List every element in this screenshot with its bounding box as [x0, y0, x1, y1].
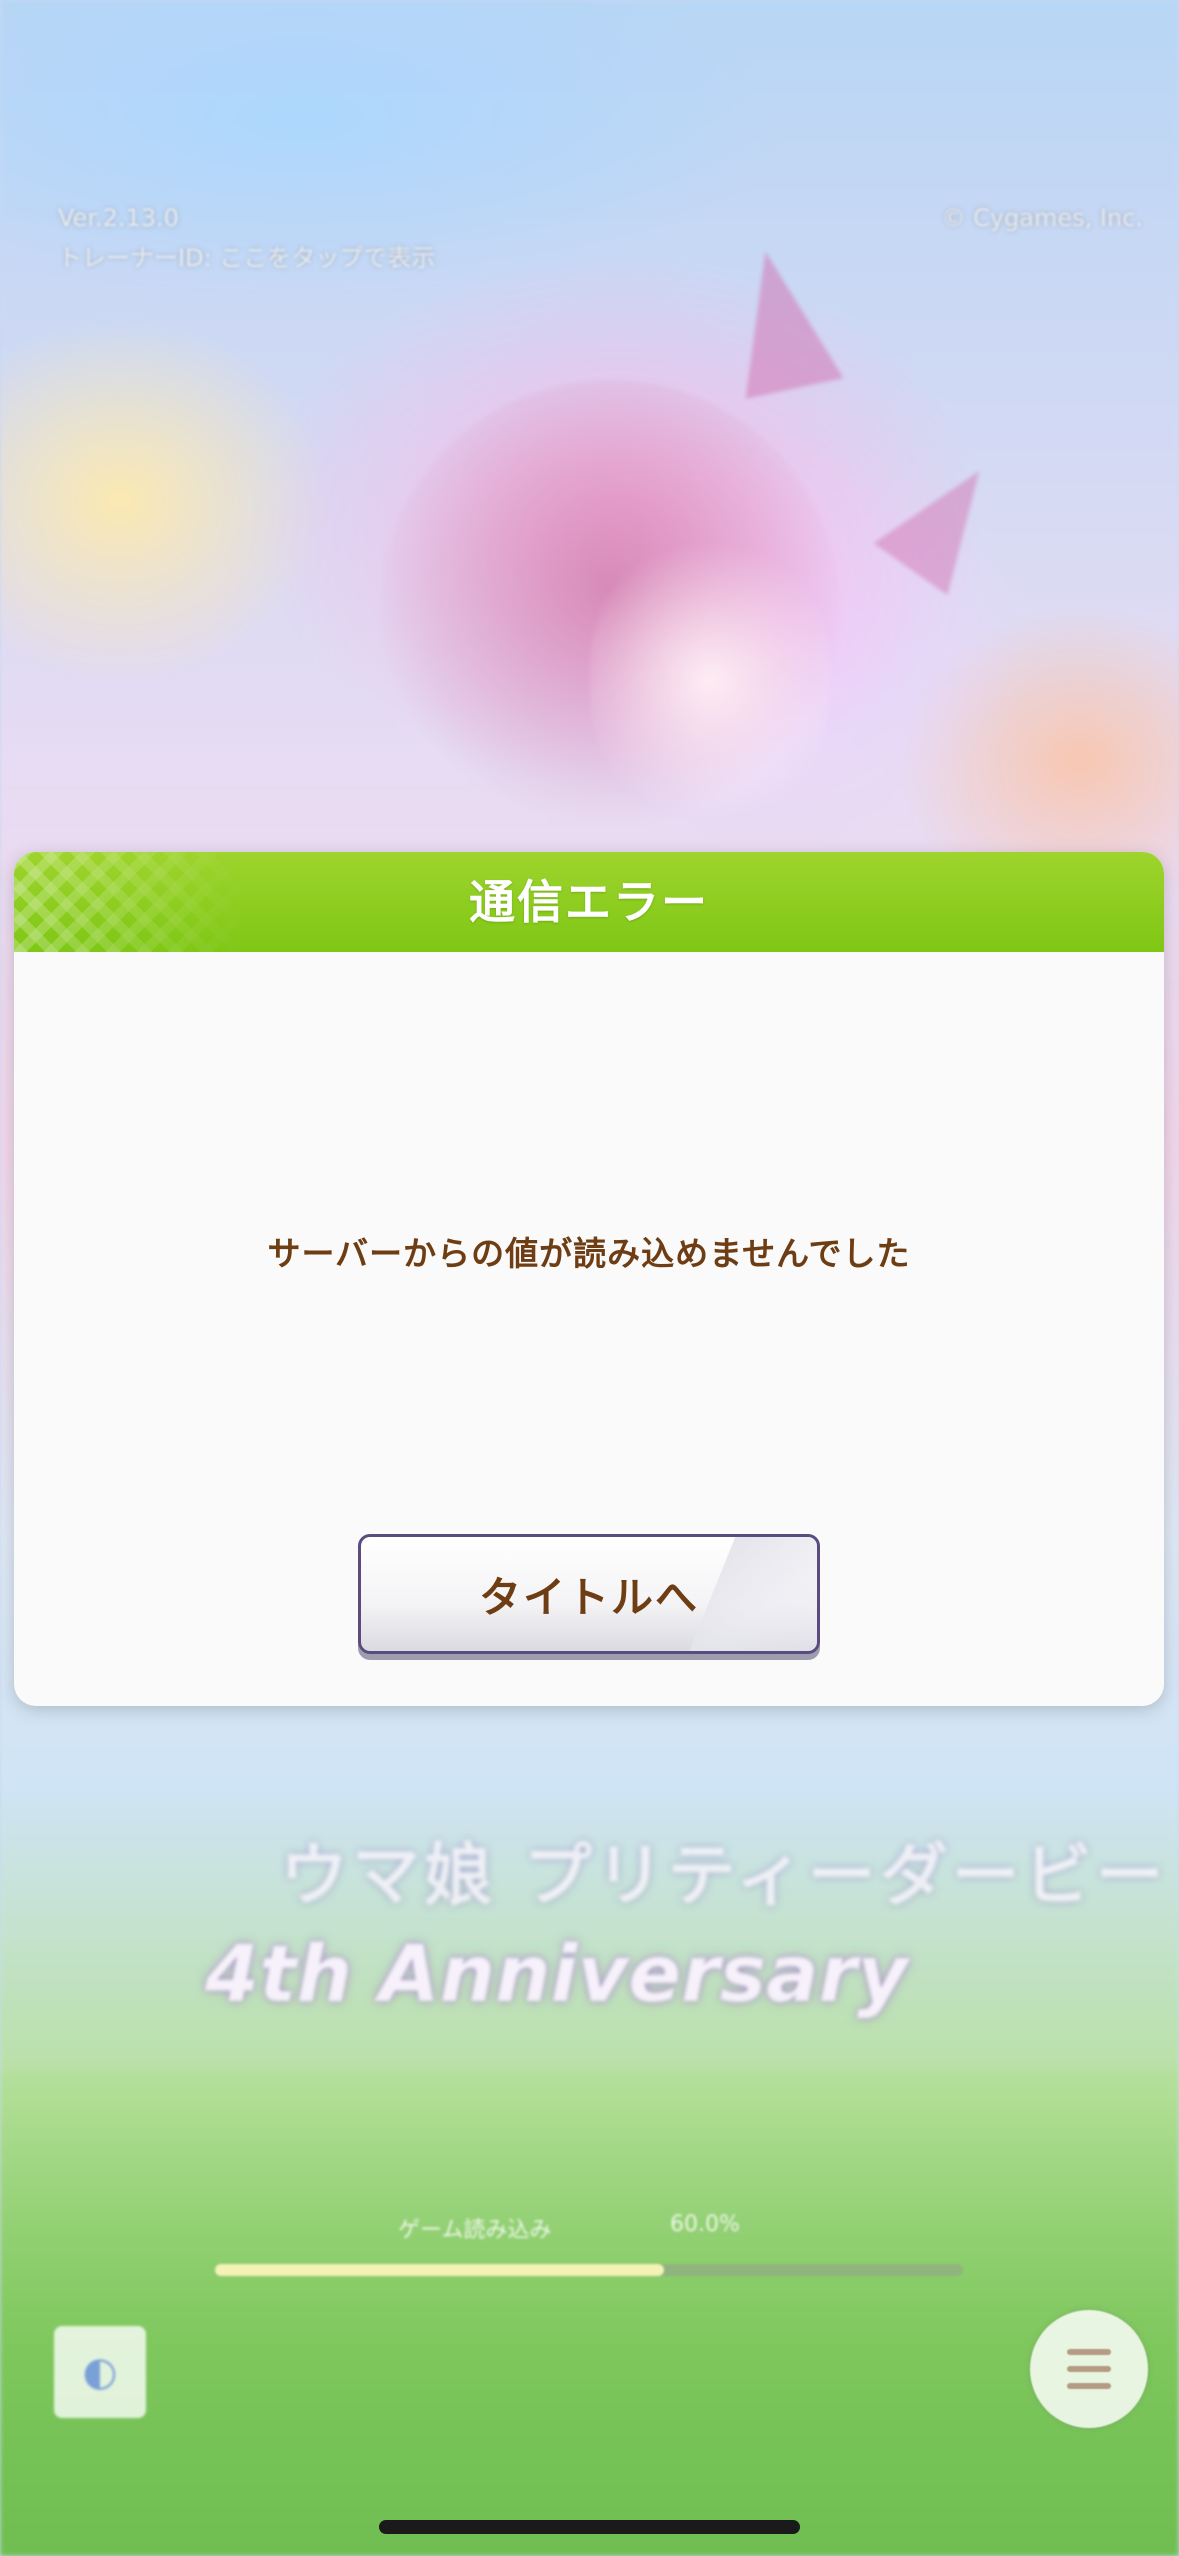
menu-button[interactable]	[1030, 2310, 1148, 2428]
version-label: Ver.2.13.0	[58, 204, 179, 232]
to-title-button[interactable]: タイトルへ	[358, 1534, 820, 1654]
copyright-label: © Cygames, Inc.	[941, 204, 1143, 232]
character-ear-left	[716, 241, 844, 399]
loading-progress-bar	[215, 2264, 963, 2276]
hamburger-menu-icon	[1067, 2349, 1111, 2389]
dialog-title: 通信エラー	[469, 875, 709, 929]
racetrack-grass	[0, 2070, 1179, 2556]
home-indicator[interactable]	[379, 2520, 800, 2534]
character-ear-right	[873, 445, 1017, 595]
loading-progress-fill	[215, 2264, 664, 2276]
character-face	[590, 540, 830, 820]
loading-percent: 60.0%	[670, 2212, 740, 2237]
trainer-id-label[interactable]: トレーナーID: ここをタップで表示	[58, 238, 435, 278]
communication-error-dialog: 通信エラー サーバーからの値が読み込めませんでした タイトルへ	[14, 852, 1164, 1706]
loading-label: ゲーム読み込み	[398, 2218, 552, 2243]
version-info: Ver.2.13.0 トレーナーID: ここをタップで表示	[58, 198, 435, 278]
to-title-button-label: タイトルへ	[478, 1572, 699, 1622]
dialog-header: 通信エラー	[14, 852, 1164, 952]
support-badge-icon[interactable]: ◐	[54, 2326, 146, 2418]
dialog-message: サーバーからの値が読み込めませんでした	[267, 1234, 911, 1273]
anniversary-logo: 4th Anniversary	[205, 1930, 908, 2020]
game-logo-japanese: ウマ娘 プリティーダービー	[280, 1837, 1168, 1916]
